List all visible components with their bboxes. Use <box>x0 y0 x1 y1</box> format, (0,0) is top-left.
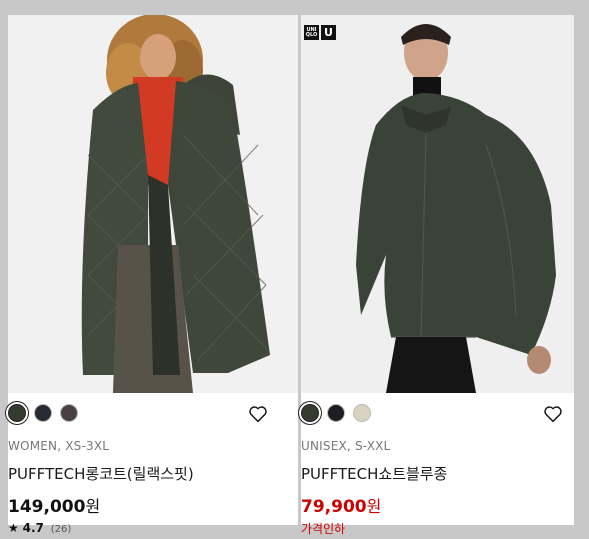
color-swatch-brown[interactable] <box>60 404 78 422</box>
price-value: 149,000 <box>8 497 86 517</box>
product-name[interactable]: PUFFTECH쇼트블루종 <box>301 463 447 484</box>
color-swatch-olive[interactable] <box>8 404 26 422</box>
color-swatches <box>301 404 371 422</box>
brand-logo-u: U <box>321 25 336 40</box>
product-card-puff-long-coat[interactable]: WOMEN, XS-3XL PUFFTECH롱코트(릴랙스핏) 149,000원… <box>8 15 298 535</box>
product-image-long-coat[interactable] <box>8 15 298 393</box>
rating-value: 4.7 <box>22 521 44 535</box>
color-swatches <box>8 404 78 422</box>
currency-label: 원 <box>366 497 382 516</box>
product-image-short-blouson[interactable]: UNI QLO U <box>301 15 574 393</box>
product-name[interactable]: PUFFTECH롱코트(릴랙스핏) <box>8 463 194 484</box>
product-rating: ★ 4.7 (26) <box>8 521 71 535</box>
product-category-size: UNISEX, S-XXL <box>301 439 391 453</box>
product-price: 79,900원 <box>301 493 381 517</box>
brand-logo: UNI QLO U <box>304 25 336 40</box>
heart-icon[interactable] <box>248 405 268 423</box>
product-card-puff-short-blouson[interactable]: UNI QLO U UNISEX, S-XXL PUFFTECH쇼트블루종 79… <box>301 15 574 536</box>
price-value: 79,900 <box>301 497 367 517</box>
heart-icon[interactable] <box>543 405 563 423</box>
star-icon: ★ <box>8 521 19 535</box>
currency-label: 원 <box>85 497 101 516</box>
color-swatch-beige[interactable] <box>353 404 371 422</box>
color-swatch-black[interactable] <box>327 404 345 422</box>
product-price: 149,000원 <box>8 493 100 517</box>
rating-count: (26) <box>50 524 72 535</box>
color-swatch-navy[interactable] <box>34 404 52 422</box>
product-category-size: WOMEN, XS-3XL <box>8 439 110 453</box>
brand-logo-text: UNI QLO <box>304 25 319 40</box>
color-swatch-olive[interactable] <box>301 404 319 422</box>
price-reduced-badge: 가격인하 <box>301 522 346 536</box>
